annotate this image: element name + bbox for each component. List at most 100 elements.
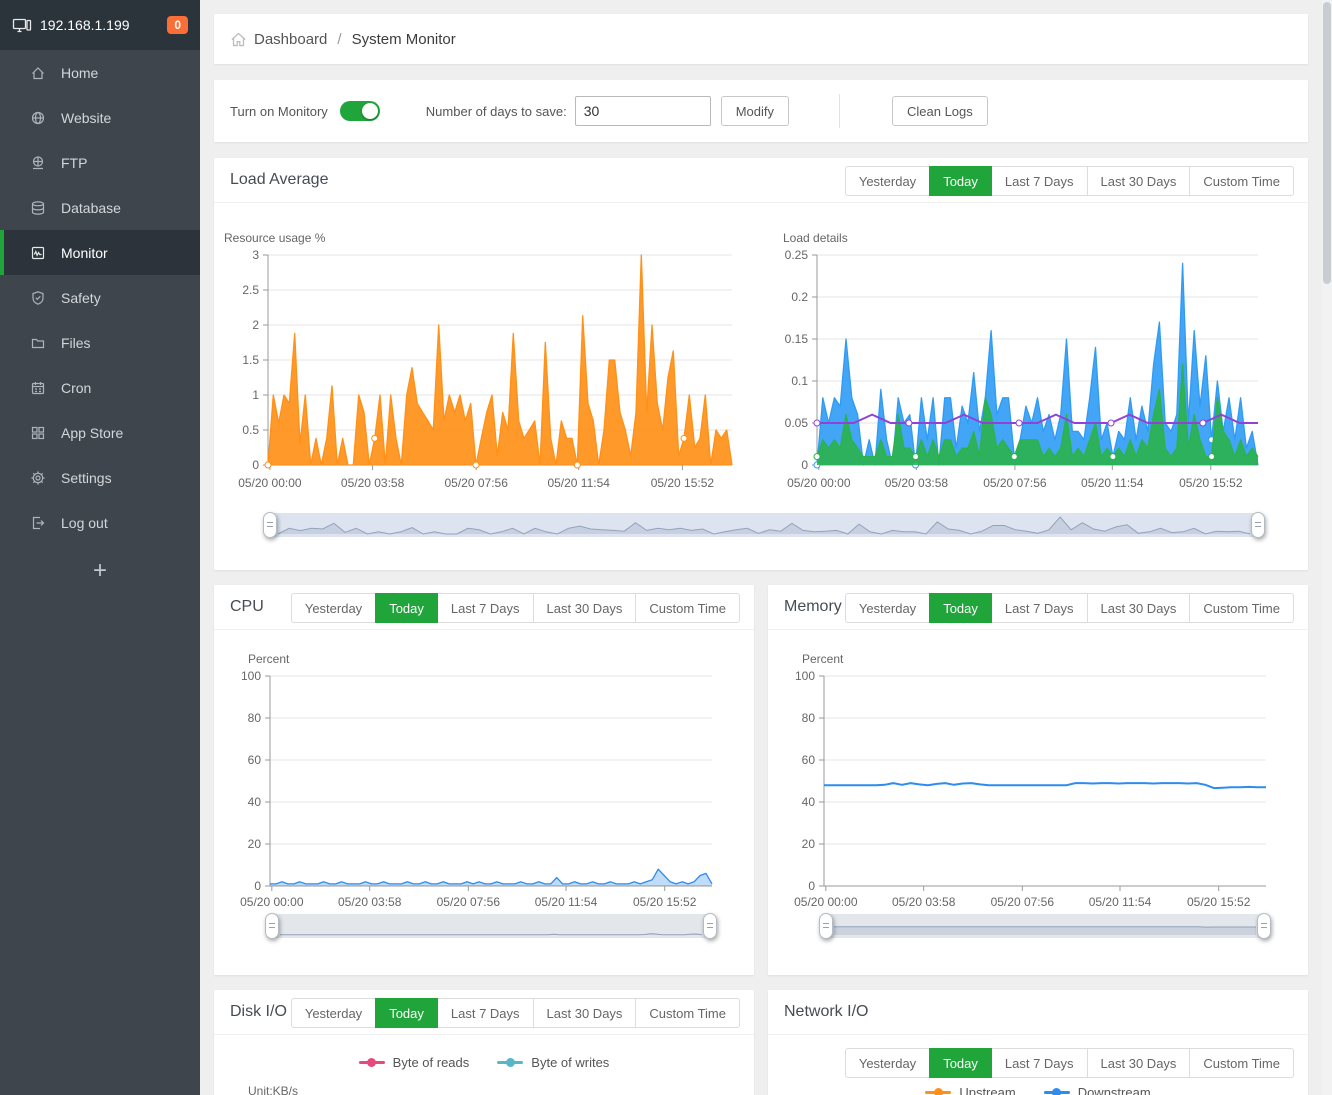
svg-text:40: 40: [802, 795, 816, 809]
slider-handle-left[interactable]: [263, 512, 277, 538]
load-range-yesterday[interactable]: Yesterday: [844, 166, 931, 196]
cpu-time-range-slider[interactable]: [265, 913, 717, 939]
sidebar-item-safety[interactable]: Safety: [0, 275, 200, 320]
svg-text:05/20 15:52: 05/20 15:52: [1187, 895, 1251, 909]
days-to-save-input[interactable]: [574, 96, 711, 126]
network-time-range-group: Yesterday Today Last 7 Days Last 30 Days…: [844, 1048, 1294, 1078]
memory-time-range-group: Yesterday Today Last 7 Days Last 30 Days…: [844, 593, 1294, 623]
memory-range-custom-time[interactable]: Custom Time: [1189, 593, 1294, 623]
slider-handle-right[interactable]: [1251, 512, 1265, 538]
legend-upstream[interactable]: Upstream: [925, 1085, 1016, 1095]
sidebar-item-settings[interactable]: Settings: [0, 455, 200, 500]
disk-range-today[interactable]: Today: [375, 998, 438, 1028]
network-range-today[interactable]: Today: [929, 1048, 992, 1078]
svg-text:40: 40: [248, 795, 262, 809]
message-count-badge[interactable]: 0: [167, 16, 188, 34]
cpu-range-yesterday[interactable]: Yesterday: [290, 593, 377, 623]
disk-unit-label: Unit:KB/s: [248, 1084, 299, 1095]
sidebar-item-label: App Store: [61, 424, 124, 441]
legend-byte-of-writes[interactable]: Byte of writes: [497, 1055, 609, 1070]
load-range-custom-time[interactable]: Custom Time: [1189, 166, 1294, 196]
slider-handle-left[interactable]: [265, 913, 279, 939]
network-range-custom-time[interactable]: Custom Time: [1189, 1048, 1294, 1078]
network-range-last-30-days[interactable]: Last 30 Days: [1086, 1048, 1191, 1078]
load-range-last-7-days[interactable]: Last 7 Days: [990, 166, 1088, 196]
server-ip: 192.168.1.199: [40, 17, 130, 33]
svg-text:05/20 15:52: 05/20 15:52: [651, 476, 715, 490]
days-to-save-label: Number of days to save:: [425, 103, 567, 119]
disk-range-last-7-days[interactable]: Last 7 Days: [436, 998, 534, 1028]
panel-title-memory: Memory: [784, 598, 842, 615]
disk-range-yesterday[interactable]: Yesterday: [290, 998, 377, 1028]
resource-usage-chart: 0 0.5 1 1.5 2 2.5 3 05/20 00:00 05/20 03:58 05/20…: [220, 247, 761, 493]
sidebar-item-label: Monitor: [61, 244, 108, 261]
cpu-range-today[interactable]: Today: [375, 593, 438, 623]
sidebar-item-website[interactable]: Website: [0, 95, 200, 140]
modify-button[interactable]: Modify: [720, 96, 789, 126]
globe-icon: [30, 110, 46, 126]
cpu-chart: 0 20 40 60 80 100 05/20 00:00 05/20 03:58 05/20 …: [224, 668, 744, 912]
legend-downstream[interactable]: Downstream: [1043, 1085, 1151, 1095]
sidebar-item-label: Settings: [61, 469, 112, 486]
load-range-today[interactable]: Today: [929, 166, 992, 196]
sidebar-item-cron[interactable]: Cron: [0, 365, 200, 410]
load-range-last-30-days[interactable]: Last 30 Days: [1086, 166, 1191, 196]
network-range-last-7-days[interactable]: Last 7 Days: [990, 1048, 1088, 1078]
svg-text:05/20 03:58: 05/20 03:58: [885, 476, 949, 490]
chart-title-memory-percent: Percent: [802, 652, 844, 666]
legend-byte-of-reads[interactable]: Byte of reads: [358, 1055, 469, 1070]
page-scrollbar[interactable]: [1322, 0, 1332, 1095]
grid-icon: [30, 425, 46, 441]
server-selector[interactable]: 192.168.1.199 0: [0, 0, 200, 50]
svg-text:0: 0: [254, 879, 261, 893]
memory-range-yesterday[interactable]: Yesterday: [844, 593, 931, 623]
svg-text:0: 0: [808, 879, 815, 893]
monitor-toggle[interactable]: [339, 101, 380, 121]
slider-handle-right[interactable]: [1257, 913, 1271, 939]
sidebar-item-ftp[interactable]: FTP: [0, 140, 200, 185]
memory-range-last-7-days[interactable]: Last 7 Days: [990, 593, 1088, 623]
slider-handle-right[interactable]: [703, 913, 717, 939]
disk-range-last-30-days[interactable]: Last 30 Days: [532, 998, 637, 1028]
sidebar-item-log-out[interactable]: Log out: [0, 500, 200, 545]
breadcrumb-bar: Dashboard / System Monitor: [214, 14, 1308, 64]
legend-marker-writes: [497, 1058, 524, 1067]
slider-handle-left[interactable]: [819, 913, 833, 939]
svg-text:3: 3: [252, 248, 259, 262]
sidebar-item-database[interactable]: Database: [0, 185, 200, 230]
breadcrumb-dashboard[interactable]: Dashboard: [254, 31, 327, 48]
svg-text:60: 60: [248, 753, 262, 767]
sidebar-item-app-store[interactable]: App Store: [0, 410, 200, 455]
load-time-range-slider[interactable]: [263, 512, 1265, 538]
folder-icon: [30, 335, 46, 351]
disk-io-panel: Disk I/O Yesterday Today Last 7 Days Las…: [214, 990, 754, 1095]
home-icon: [30, 65, 46, 81]
disk-range-custom-time[interactable]: Custom Time: [635, 998, 740, 1028]
network-legend: Upstream Downstream: [768, 1085, 1308, 1095]
sidebar-item-monitor[interactable]: Monitor: [0, 230, 200, 275]
main-content: Dashboard / System Monitor Turn on Monit…: [200, 0, 1332, 1095]
cpu-range-custom-time[interactable]: Custom Time: [635, 593, 740, 623]
cpu-range-last-30-days[interactable]: Last 30 Days: [532, 593, 637, 623]
sidebar-item-home[interactable]: Home: [0, 50, 200, 95]
svg-text:20: 20: [248, 837, 262, 851]
svg-text:05/20 11:54: 05/20 11:54: [547, 476, 610, 490]
cpu-range-last-7-days[interactable]: Last 7 Days: [436, 593, 534, 623]
sidebar-item-label: Home: [61, 64, 99, 81]
svg-text:1: 1: [252, 388, 259, 402]
clean-logs-button[interactable]: Clean Logs: [891, 96, 988, 126]
memory-range-today[interactable]: Today: [929, 593, 992, 623]
scrollbar-thumb[interactable]: [1323, 2, 1331, 284]
svg-text:2.5: 2.5: [242, 283, 259, 297]
svg-text:0.15: 0.15: [785, 332, 809, 346]
svg-text:05/20 11:54: 05/20 11:54: [1089, 895, 1152, 909]
sidebar-item-files[interactable]: Files: [0, 320, 200, 365]
network-range-yesterday[interactable]: Yesterday: [844, 1048, 931, 1078]
svg-text:1.5: 1.5: [242, 353, 259, 367]
sidebar-item-label: Website: [61, 109, 112, 126]
add-menu-button[interactable]: +: [0, 549, 200, 593]
svg-text:2: 2: [252, 318, 259, 332]
memory-time-range-slider[interactable]: [819, 913, 1271, 939]
memory-range-last-30-days[interactable]: Last 30 Days: [1086, 593, 1191, 623]
sidebar-item-label: Files: [61, 334, 91, 351]
